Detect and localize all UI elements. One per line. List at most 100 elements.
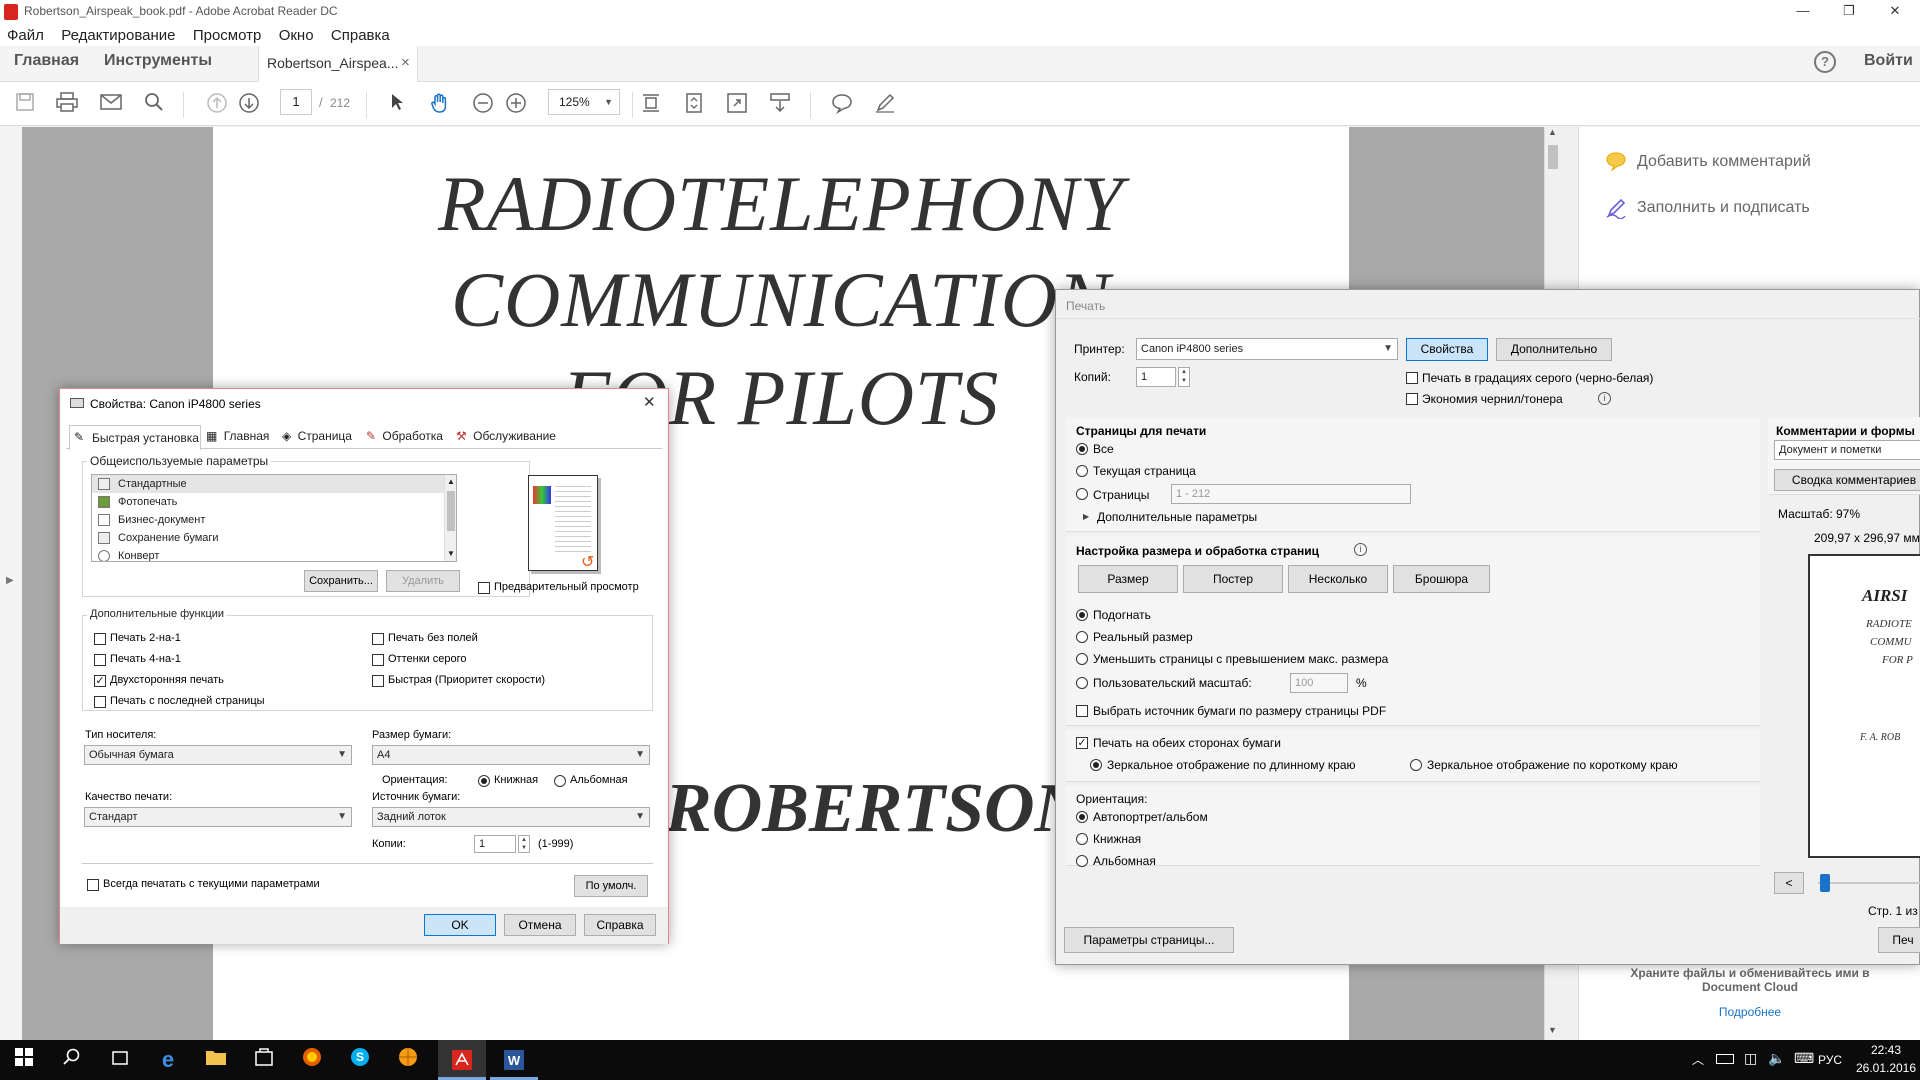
search-icon[interactable] (141, 92, 167, 118)
task-view-icon[interactable] (102, 1046, 138, 1074)
clock-time[interactable]: 22:43 (1864, 1043, 1908, 1057)
preview-prev-button[interactable]: < (1774, 872, 1804, 894)
props-close-button[interactable]: ✕ (643, 393, 656, 411)
printer-advanced-button[interactable]: Дополнительно (1496, 338, 1612, 361)
start-icon[interactable] (6, 1046, 42, 1074)
props-help-button[interactable]: Справка (584, 914, 656, 936)
always-print-checkbox[interactable] (87, 879, 99, 891)
save-preset-button[interactable]: Сохранить... (304, 570, 378, 592)
battery-icon[interactable] (1716, 1054, 1734, 1064)
copies-input[interactable]: 1 (1136, 367, 1176, 387)
menu-help[interactable]: Справка (324, 24, 397, 44)
zoom-out-icon[interactable] (470, 92, 496, 118)
opt-fast-checkbox[interactable] (372, 675, 384, 687)
comments-select[interactable]: Документ и пометки (1774, 440, 1920, 460)
menu-window[interactable]: Окно (272, 24, 321, 44)
summarize-comments-button[interactable]: Сводка комментариев (1774, 469, 1920, 491)
tab-maintenance[interactable]: ⚒ Обслуживание (456, 429, 556, 449)
tray-chevron-icon[interactable]: ︿ (1692, 1051, 1704, 1068)
word-taskbar-button[interactable]: W (490, 1040, 538, 1080)
landscape-radio[interactable] (554, 775, 566, 787)
media-type-select[interactable]: Обычная бумага ▼ (84, 745, 352, 765)
list-item[interactable]: Конверт (118, 550, 159, 561)
size-mode-button[interactable]: Размер (1078, 565, 1178, 593)
clock-date[interactable]: 26.01.2016 (1852, 1061, 1920, 1075)
defaults-button[interactable]: По умолч. (574, 875, 648, 897)
firefox-icon[interactable] (294, 1046, 330, 1074)
save-ink-checkbox[interactable] (1406, 393, 1418, 405)
ok-button[interactable]: OK (424, 914, 496, 936)
page-up-icon[interactable] (204, 92, 230, 118)
multiple-mode-button[interactable]: Несколько (1288, 565, 1388, 593)
fit-radio[interactable] (1076, 609, 1088, 621)
menu-view[interactable]: Просмотр (186, 24, 269, 44)
orient-landscape-radio[interactable] (1076, 855, 1088, 867)
scroll-up-icon[interactable]: ▲ (447, 477, 455, 486)
pages-all-radio[interactable] (1076, 443, 1088, 455)
pages-current-radio[interactable] (1076, 465, 1088, 477)
preview-checkbox[interactable] (478, 582, 490, 594)
opt-lastpage-checkbox[interactable] (94, 696, 106, 708)
scroll-down-icon[interactable]: ▼ (1548, 1025, 1557, 1035)
list-scroll-thumb[interactable] (447, 491, 455, 531)
store-icon[interactable] (246, 1046, 282, 1074)
language-indicator[interactable]: РУС (1818, 1053, 1842, 1067)
close-window-button[interactable]: ✕ (1872, 0, 1918, 24)
page-number-input[interactable]: 1 (280, 89, 312, 115)
custom-scale-radio[interactable] (1076, 677, 1088, 689)
booklet-mode-button[interactable]: Брошюра (1393, 565, 1490, 593)
print-icon[interactable] (54, 92, 80, 118)
menu-edit[interactable]: Редактирование (54, 24, 182, 44)
email-icon[interactable] (98, 92, 124, 118)
preview-slider[interactable] (1818, 882, 1920, 884)
more-options-link[interactable]: Дополнительные параметры (1097, 510, 1257, 524)
list-item[interactable]: Бизнес-документ (118, 514, 205, 526)
fit-page-icon[interactable] (681, 92, 707, 118)
tab-home[interactable]: Главная (14, 52, 79, 70)
volume-icon[interactable]: 🔈 (1768, 1050, 1785, 1067)
orient-portrait-radio[interactable] (1076, 833, 1088, 845)
scroll-up-icon[interactable]: ▲ (1548, 127, 1557, 137)
opt-duplex-checkbox[interactable]: ✓ (94, 675, 106, 687)
skype-icon[interactable]: S (342, 1046, 378, 1074)
info-icon[interactable]: i (1354, 543, 1367, 556)
minimize-button[interactable]: — (1780, 0, 1826, 24)
printer-select[interactable]: Canon iP4800 series ▼ (1136, 338, 1398, 360)
cancel-button[interactable]: Отмена (504, 914, 576, 936)
zoom-select[interactable]: 125% ▼ (548, 89, 620, 115)
quality-select[interactable]: Стандарт ▼ (84, 807, 352, 827)
paper-source-select[interactable]: Задний лоток ▼ (372, 807, 650, 827)
page-setup-button[interactable]: Параметры страницы... (1064, 927, 1234, 953)
opt-2in1-checkbox[interactable] (94, 633, 106, 645)
tab-processing[interactable]: ✎ Обработка (366, 429, 443, 449)
print-button[interactable]: Печ (1878, 927, 1920, 953)
network-icon[interactable]: ◫ (1744, 1050, 1757, 1067)
list-item[interactable]: Сохранение бумаги (118, 532, 219, 544)
tab-quick-setup[interactable]: ✎ Быстрая установка (69, 425, 201, 450)
poster-mode-button[interactable]: Постер (1183, 565, 1283, 593)
keyboard-icon[interactable]: ⌨ (1794, 1050, 1814, 1067)
duplex-checkbox[interactable]: ✓ (1076, 737, 1088, 749)
opt-4in1-checkbox[interactable] (94, 654, 106, 666)
pages-range-radio[interactable] (1076, 488, 1088, 500)
delete-preset-button[interactable]: Удалить (386, 570, 460, 592)
media-app-icon[interactable] (390, 1046, 426, 1074)
tab-main[interactable]: ▦ Главная (206, 429, 269, 449)
scroll-mode-icon[interactable] (638, 92, 664, 118)
scroll-down-icon[interactable]: ▼ (447, 549, 455, 558)
actual-size-radio[interactable] (1076, 631, 1088, 643)
portrait-radio[interactable] (478, 775, 490, 787)
pages-range-input[interactable]: 1 - 212 (1171, 484, 1411, 504)
expand-arrow-icon[interactable]: ▶ (1083, 512, 1089, 521)
page-down-icon[interactable] (236, 92, 262, 118)
info-icon[interactable]: i (1598, 392, 1611, 405)
signin-button[interactable]: Войти (1864, 52, 1913, 70)
fill-sign-link[interactable]: Заполнить и подписать (1637, 199, 1810, 217)
fullscreen-icon[interactable] (724, 92, 750, 118)
close-tab-icon[interactable]: × (401, 54, 410, 71)
edge-icon[interactable]: e (150, 1046, 186, 1074)
shrink-radio[interactable] (1076, 653, 1088, 665)
orient-auto-radio[interactable] (1076, 811, 1088, 823)
search-icon[interactable] (54, 1046, 90, 1074)
preview-slider-thumb[interactable] (1820, 874, 1830, 892)
